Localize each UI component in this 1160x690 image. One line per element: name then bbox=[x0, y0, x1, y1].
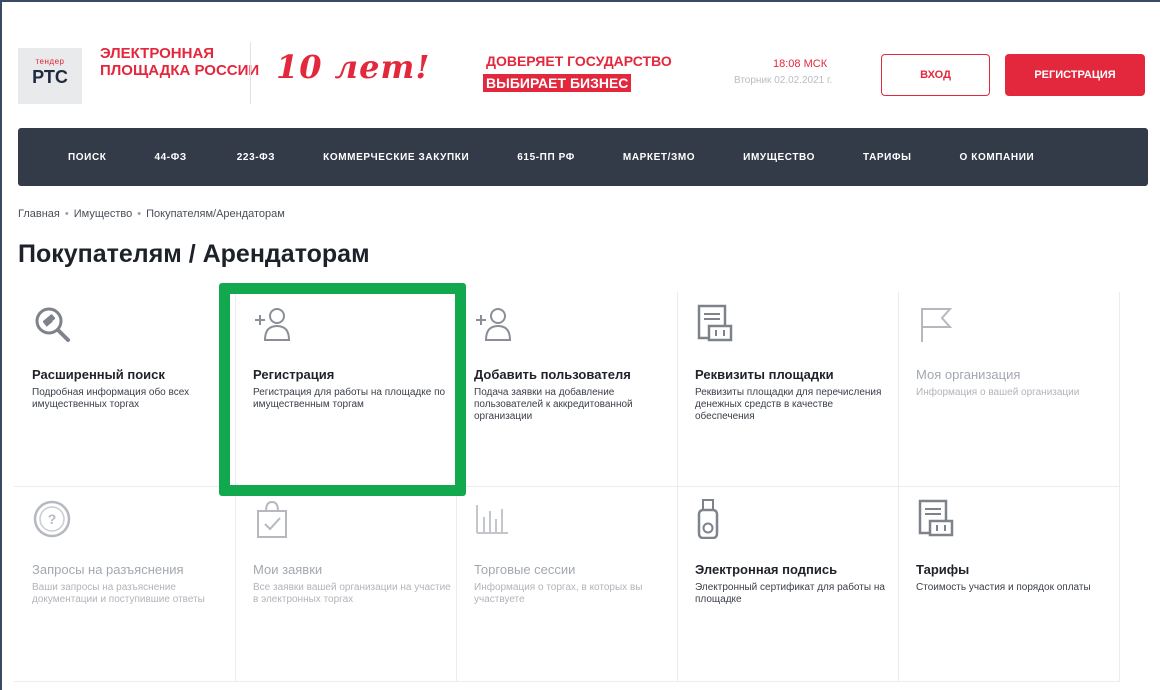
card-advanced-search[interactable]: Расширенный поиск Подробная информация о… bbox=[14, 292, 236, 487]
breadcrumb-separator: • bbox=[64, 208, 69, 220]
main-nav: ПОИСК 44-ФЗ 223-ФЗ КОММЕРЧЕСКИЕ ЗАКУПКИ … bbox=[18, 128, 1148, 186]
breadcrumb-property[interactable]: Имущество bbox=[74, 208, 133, 220]
nav-item-about[interactable]: О КОМПАНИИ bbox=[960, 152, 1035, 163]
register-button[interactable]: РЕГИСТРАЦИЯ bbox=[1005, 54, 1145, 96]
card-my-applications[interactable]: Мои заявки Все заявки вашей организации … bbox=[235, 487, 457, 682]
page-title: Покупателям / Арендаторам bbox=[18, 240, 370, 268]
card-description: Все заявки вашей организации на участие … bbox=[253, 582, 451, 605]
slogan-line-1: ДОВЕРЯЕТ ГОСУДАРСТВО bbox=[486, 53, 672, 69]
card-title: Тарифы bbox=[916, 562, 970, 577]
svg-text:?: ? bbox=[48, 511, 57, 527]
card-tariffs[interactable]: Тарифы Стоимость участия и порядок оплат… bbox=[898, 487, 1120, 682]
logo-caption: ЭЛЕКТРОННАЯ ПЛОЩАДКА РОССИИ bbox=[100, 45, 260, 79]
search-gavel-icon bbox=[35, 307, 70, 342]
nav-item-615pp[interactable]: 615-ПП РФ bbox=[517, 152, 575, 163]
card-title: Расширенный поиск bbox=[32, 367, 165, 382]
card-trading-sessions[interactable]: Торговые сессии Информация о торгах, в к… bbox=[456, 487, 678, 682]
bar-chart-icon bbox=[476, 505, 508, 534]
card-title: Добавить пользователя bbox=[474, 367, 631, 382]
header-divider bbox=[250, 42, 251, 104]
card-title: Мои заявки bbox=[253, 562, 323, 577]
cards-grid: Расширенный поиск Подробная информация о… bbox=[14, 292, 1122, 682]
breadcrumb-separator: • bbox=[137, 208, 142, 220]
document-money-icon bbox=[697, 304, 733, 342]
nav-item-44fz[interactable]: 44-ФЗ bbox=[154, 152, 186, 163]
card-description: Подача заявки на добавление пользователе… bbox=[474, 387, 633, 422]
card-clarification-requests[interactable]: ? Запросы на разъяснения Ваши запросы на… bbox=[14, 487, 236, 682]
highlight-box bbox=[219, 283, 466, 496]
nav-item-223fz[interactable]: 223-ФЗ bbox=[237, 152, 275, 163]
card-title: Реквизиты площадки bbox=[695, 367, 834, 382]
card-description: Подробная информация обо всех имуществен… bbox=[32, 387, 190, 410]
nav-item-property[interactable]: ИМУЩЕСТВО bbox=[743, 152, 815, 163]
card-title: Торговые сессии bbox=[474, 562, 576, 577]
current-date: Вторник 02.02.2021 г. bbox=[734, 75, 833, 86]
nav-item-market[interactable]: МАРКЕТ/ЗМО bbox=[623, 152, 695, 163]
card-description: Информация о вашей организации bbox=[916, 387, 1080, 398]
card-platform-details[interactable]: Реквизиты площадки Реквизиты площадки дл… bbox=[677, 292, 899, 487]
anniversary-text: 10 лет! bbox=[276, 48, 431, 86]
card-description: Стоимость участия и порядок оплаты bbox=[916, 582, 1091, 593]
nav-item-tariffs[interactable]: ТАРИФЫ bbox=[863, 152, 911, 163]
card-title: Запросы на разъяснения bbox=[32, 562, 184, 577]
breadcrumb: Главная • Имущество • Покупателям/Арендатора… bbox=[18, 208, 285, 220]
nav-item-commercial[interactable]: КОММЕРЧЕСКИЕ ЗАКУПКИ bbox=[323, 152, 469, 163]
card-electronic-signature[interactable]: Электронная подпись Электронный сертифик… bbox=[677, 487, 899, 682]
card-description: Ваши запросы на разъяснение документации… bbox=[32, 582, 205, 605]
document-money-icon bbox=[918, 499, 954, 537]
slogan-line-2: ВЫБИРАЕТ БИЗНЕС bbox=[483, 74, 632, 92]
card-description: Электронный сертификат для работы на пло… bbox=[695, 582, 885, 605]
site-header: тендер РТС ЭЛЕКТРОННАЯ ПЛОЩАДКА РОССИИ 1… bbox=[18, 34, 1148, 114]
question-icon: ? bbox=[33, 500, 71, 538]
breadcrumb-home[interactable]: Главная bbox=[18, 208, 60, 220]
add-user-icon bbox=[476, 308, 512, 341]
card-title: Моя организация bbox=[916, 367, 1021, 382]
flag-icon bbox=[921, 308, 953, 342]
nav-item-search[interactable]: ПОИСК bbox=[68, 152, 106, 163]
card-title: Электронная подпись bbox=[695, 562, 838, 577]
bag-check-icon bbox=[257, 500, 287, 538]
card-description: Реквизиты площадки для перечисления дене… bbox=[695, 387, 882, 422]
login-button[interactable]: ВХОД bbox=[881, 54, 990, 96]
card-description: Информация о торгах, в которых вы участв… bbox=[474, 582, 643, 605]
current-time: 18:08 МСК bbox=[773, 58, 828, 70]
card-add-user[interactable]: Добавить пользователя Подача заявки на д… bbox=[456, 292, 678, 487]
logo-small-text: тендер bbox=[35, 57, 65, 66]
logo-big-text: РТС bbox=[32, 67, 68, 87]
logo[interactable]: тендер РТС bbox=[18, 48, 82, 104]
card-my-organization[interactable]: Моя организация Информация о вашей орган… bbox=[898, 292, 1120, 487]
usb-token-icon bbox=[697, 499, 719, 539]
breadcrumb-current: Покупателям/Арендаторам bbox=[146, 208, 285, 220]
